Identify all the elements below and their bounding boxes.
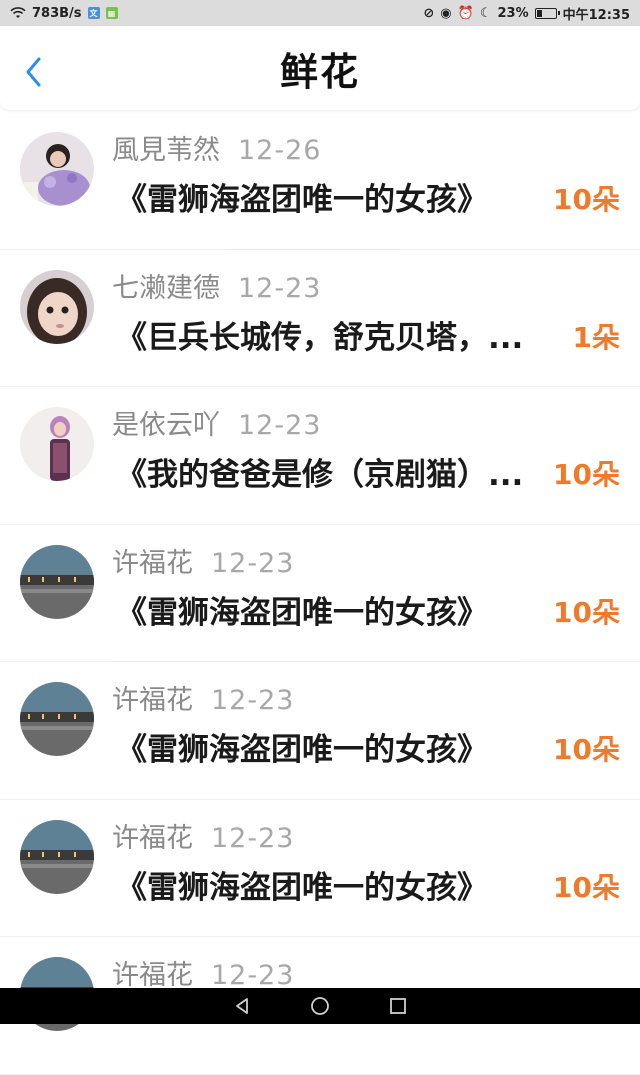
app-icon: ▦ (105, 7, 118, 19)
back-triangle-icon[interactable] (232, 996, 252, 1016)
flower-list: 風見苇然 12-26 《雷狮海盗团唯一的女孩》 10朵 七濑建德 12-23 《… (0, 112, 640, 1075)
wifi-icon (10, 7, 26, 18)
system-nav-bar (0, 988, 640, 1024)
avatar (20, 682, 94, 756)
post-title[interactable]: 《雷狮海盗团唯一的女孩》 (116, 724, 540, 769)
flower-count: 10朵 (553, 870, 620, 904)
list-item[interactable]: 许福花 12-23 《雷狮海盗团唯一的女孩》 10朵 (0, 662, 640, 800)
item-meta: 風見苇然 12-26 (112, 128, 321, 167)
avatar (20, 544, 94, 619)
back-button[interactable] (18, 54, 48, 90)
flower-count: 10朵 (553, 595, 620, 629)
post-date: 12-26 (238, 135, 322, 166)
flower-count: 1朵 (572, 320, 620, 354)
chevron-left-icon (26, 57, 41, 87)
translate-icon: 文 (87, 7, 100, 19)
avatar (20, 269, 94, 344)
no-sim-icon: ⊘ (423, 5, 435, 21)
user-name[interactable]: 许福花 (112, 816, 193, 855)
flower-count: 10朵 (553, 458, 620, 491)
status-bar: 783B/s 文 ▦ ⊘ ◉ ⏰ ☾ 23% 中午12:35 (0, 0, 640, 26)
user-name[interactable]: 風見苇然 (112, 128, 220, 167)
avatar (20, 407, 94, 481)
list-item[interactable]: 風見苇然 12-26 《雷狮海盗团唯一的女孩》 10朵 (0, 112, 640, 250)
item-meta: 七濑建德 12-23 (112, 266, 321, 305)
clock: 中午12:35 (562, 7, 630, 23)
post-title[interactable]: 《雷狮海盗团唯一的女孩》 (116, 587, 540, 632)
post-title[interactable]: 《雷狮海盗团唯一的女孩》 (116, 174, 540, 219)
item-meta: 许福花 12-23 (112, 816, 294, 855)
user-name[interactable]: 是依云吖 (112, 403, 220, 442)
recents-square-icon[interactable] (388, 996, 408, 1016)
post-date: 12-23 (211, 547, 295, 579)
status-left: 783B/s 文 ▦ (10, 6, 118, 21)
avatar (20, 132, 94, 206)
item-meta: 许福花 12-23 (112, 541, 294, 580)
status-right: ⊘ ◉ ⏰ ☾ 23% 中午12:35 (423, 4, 630, 23)
post-date: 12-23 (238, 272, 322, 304)
post-date: 12-23 (211, 822, 295, 854)
eye-icon: ◉ (440, 5, 452, 21)
user-name[interactable]: 许福花 (112, 541, 193, 580)
list-item[interactable]: 许福花 12-23 《雷狮海盗团唯一的女孩》 10朵 (0, 800, 640, 937)
post-title[interactable]: 《雷狮海盗团唯一的女孩》 (116, 862, 540, 907)
user-name[interactable]: 七濑建德 (112, 266, 220, 305)
list-item[interactable]: 许福花 12-23 《雷狮海盗团唯一的女孩》 10朵 (0, 525, 640, 662)
user-name[interactable]: 许福花 (112, 953, 193, 992)
post-date: 12-23 (211, 685, 295, 716)
battery-percent: 23% (497, 5, 529, 21)
post-title[interactable]: 《我的爸爸是修（京剧猫）... (116, 449, 540, 494)
battery-icon (534, 7, 560, 19)
list-item[interactable]: 七濑建德 12-23 《巨兵长城传，舒克贝塔，... 1朵 (0, 250, 640, 387)
flower-count: 10朵 (553, 183, 620, 216)
page-title: 鲜花 (279, 49, 360, 94)
item-meta: 许福花 12-23 (112, 678, 294, 717)
post-date: 12-23 (238, 410, 322, 441)
moon-icon: ☾ (479, 5, 492, 21)
post-title[interactable]: 《巨兵长城传，舒克贝塔，... (116, 312, 540, 357)
home-circle-icon[interactable] (310, 996, 330, 1016)
flower-count: 10朵 (553, 733, 620, 766)
item-meta: 是依云吖 12-23 (112, 403, 321, 442)
user-name[interactable]: 许福花 (112, 678, 193, 717)
net-speed: 783B/s (32, 5, 82, 21)
post-date: 12-23 (211, 960, 295, 991)
list-item[interactable]: 是依云吖 12-23 《我的爸爸是修（京剧猫）... 10朵 (0, 387, 640, 525)
item-meta: 许福花 12-23 (112, 953, 294, 992)
alarm-icon: ⏰ (457, 5, 474, 21)
avatar (20, 819, 94, 894)
app-header: 鲜花 (0, 26, 640, 110)
